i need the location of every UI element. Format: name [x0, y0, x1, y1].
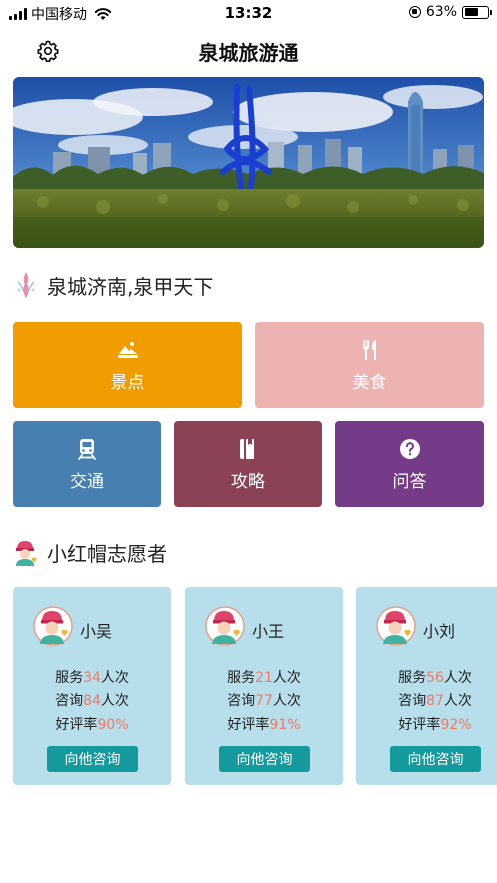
avatar [205, 606, 245, 646]
consult-count: 咨询87人次 [398, 693, 472, 709]
banner-image[interactable] [13, 77, 484, 248]
question-icon [399, 438, 420, 459]
consult-button[interactable]: 向他咨询 [47, 746, 138, 772]
tile-label: 景点 [110, 372, 145, 393]
service-count: 服务56人次 [398, 670, 472, 686]
tile-scenic-spots[interactable]: 景点 [13, 322, 242, 408]
consult-count: 咨询77人次 [227, 693, 301, 709]
service-count: 服务21人次 [227, 670, 301, 686]
battery-icon [462, 5, 492, 19]
city-fountain-photo [13, 77, 484, 248]
page-title: 泉城旅游通 [198, 41, 299, 65]
train-icon [78, 438, 96, 460]
rating: 好评率91% [227, 717, 301, 733]
service-count: 服务34人次 [55, 670, 129, 686]
volunteer-title: 小红帽志愿者 [47, 542, 167, 566]
consult-count: 咨询84人次 [55, 693, 129, 709]
orientation-lock-icon [408, 6, 421, 18]
rating: 好评率90% [55, 717, 129, 733]
slogan-section-header: 泉城济南,泉甲天下 [13, 270, 213, 300]
volunteer-card[interactable]: 小王 服务21人次 咨询77人次 好评率91% 向他咨询 [185, 587, 343, 785]
status-right: 63% [408, 4, 492, 20]
battery-fill [464, 8, 479, 16]
book-icon [240, 438, 254, 459]
tile-label: 美食 [352, 372, 387, 393]
tile-label: 交通 [70, 471, 104, 492]
rating: 好评率92% [398, 717, 472, 733]
volunteer-carousel[interactable]: 小吴 服务34人次 咨询84人次 好评率90% 向他咨询 小王 服务21人次 咨… [13, 587, 497, 787]
nav-bar: 泉城旅游通 [0, 26, 497, 76]
volunteer-card[interactable]: 小刘 服务56人次 咨询87人次 好评率92% 向他咨询 [356, 587, 497, 785]
volunteer-name: 小刘 [423, 622, 456, 641]
status-bar: 中国移动 13:32 63% [0, 0, 497, 26]
consult-button[interactable]: 向他咨询 [390, 746, 481, 772]
consult-button[interactable]: 向他咨询 [219, 746, 310, 772]
tile-food[interactable]: 美食 [255, 322, 484, 408]
volunteer-card[interactable]: 小吴 服务34人次 咨询84人次 好评率90% 向他咨询 [13, 587, 171, 785]
volunteer-section-header: 小红帽志愿者 [13, 538, 167, 567]
fountain-icon [17, 272, 35, 298]
tile-label: 攻略 [231, 471, 265, 492]
avatar [33, 606, 73, 646]
avatar [376, 606, 416, 646]
volunteer-icon [16, 540, 37, 566]
slogan-title: 泉城济南,泉甲天下 [47, 274, 214, 299]
tile-transport[interactable]: 交通 [13, 421, 161, 507]
fork-knife-icon [362, 339, 376, 360]
tile-guide[interactable]: 攻略 [174, 421, 322, 507]
volunteer-name: 小吴 [80, 622, 113, 641]
volunteer-name: 小王 [252, 622, 285, 641]
mountain-photo-icon [117, 341, 138, 358]
tile-label: 问答 [392, 471, 427, 492]
tile-qa[interactable]: 问答 [335, 421, 484, 507]
battery-percent: 63% [425, 4, 457, 20]
